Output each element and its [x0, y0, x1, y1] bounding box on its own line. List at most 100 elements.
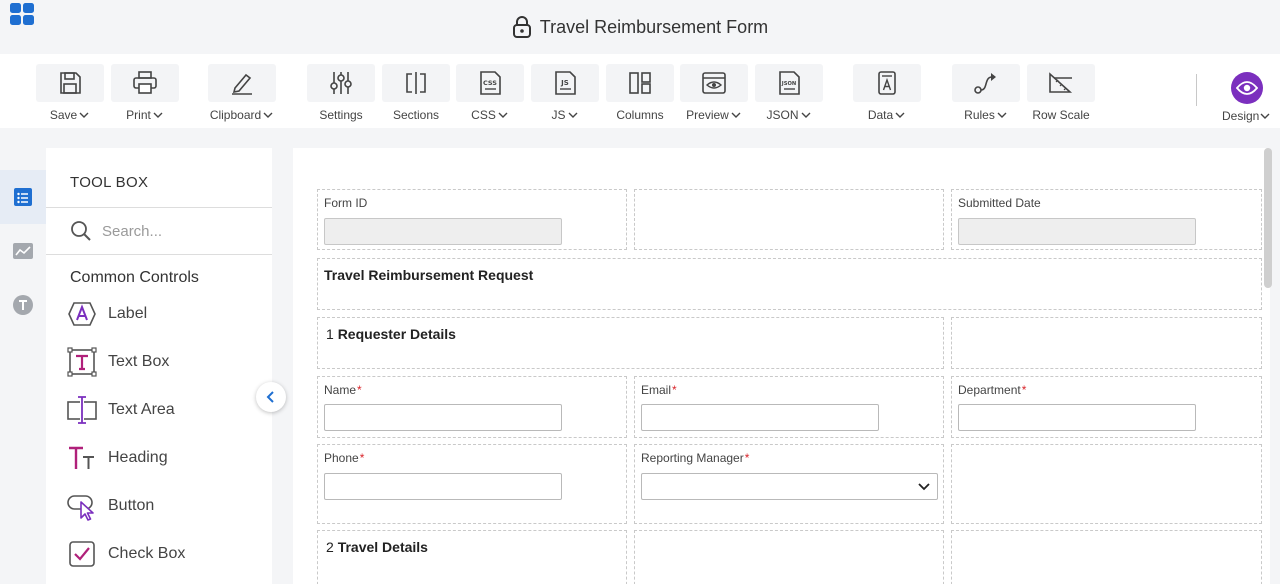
chevron-left-icon — [266, 391, 274, 403]
empty-cell[interactable] — [951, 444, 1262, 524]
name-cell[interactable]: Name* — [317, 376, 627, 438]
name-input[interactable] — [324, 404, 562, 431]
rules-icon — [974, 73, 996, 94]
settings-label: Settings — [319, 108, 363, 122]
common-controls-title: Common Controls — [70, 269, 199, 286]
data-label: Data — [867, 108, 894, 122]
settings-button[interactable]: Settings — [307, 64, 375, 122]
form-id-cell[interactable]: Form ID — [317, 189, 627, 250]
form-list-icon — [14, 188, 32, 206]
form-id-label: Form ID — [324, 196, 368, 210]
columns-label: Columns — [616, 108, 664, 122]
section-1-cell[interactable]: 1 Requester Details — [317, 317, 944, 369]
js-file-text: JS — [560, 79, 569, 87]
phone-input[interactable] — [324, 473, 562, 500]
left-rail — [0, 148, 46, 584]
email-input[interactable] — [641, 404, 879, 431]
submitted-date-input[interactable] — [958, 218, 1196, 245]
design-button[interactable]: Design — [1222, 72, 1271, 123]
section-2-cell[interactable]: 2 Travel Details — [317, 530, 627, 584]
save-button[interactable]: Save — [36, 64, 104, 122]
reporting-manager-select[interactable] — [641, 473, 938, 500]
save-icon — [60, 72, 81, 94]
toolbox-item-text-box-text: Text Box — [108, 353, 170, 370]
toolbox-item-button[interactable]: Button — [66, 489, 154, 523]
rules-label: Rules — [964, 108, 995, 122]
heading-cell[interactable]: Travel Reimbursement Request — [317, 258, 1262, 310]
lock-icon — [512, 16, 531, 38]
json-file-icon: JSON — [779, 71, 800, 95]
chevron-down-icon — [997, 112, 1007, 118]
canvas-scrollbar[interactable] — [1264, 148, 1272, 288]
design-label: Design — [1222, 109, 1260, 123]
rail-charts[interactable] — [0, 224, 46, 278]
toolbar-divider — [1196, 74, 1197, 106]
theme-icon — [13, 295, 33, 315]
sections-button[interactable]: Sections — [382, 64, 450, 122]
name-label-text: Name — [324, 383, 357, 397]
text-box-icon — [67, 347, 97, 377]
clipboard-button[interactable]: Clipboard — [208, 64, 276, 122]
js-file-icon: JS — [555, 71, 576, 95]
preview-button[interactable]: Preview — [680, 64, 748, 122]
print-button[interactable]: Print — [111, 64, 179, 122]
phone-cell[interactable]: Phone* — [317, 444, 627, 524]
clipboard-label: Clipboard — [209, 108, 262, 122]
divider — [46, 254, 272, 255]
department-cell[interactable]: Department* — [951, 376, 1262, 438]
text-area-icon — [67, 396, 97, 424]
toolbox-panel: TOOL BOX Common Controls Label Text Box … — [46, 148, 272, 584]
chevron-down-icon — [263, 112, 273, 118]
rail-themes[interactable] — [0, 278, 46, 332]
phone-label: Phone* — [324, 451, 364, 465]
toolbox-item-check-box[interactable]: Check Box — [66, 537, 185, 571]
pencil-icon — [232, 73, 252, 95]
collapse-toolbox-button[interactable] — [256, 382, 286, 412]
chevron-down-icon — [153, 112, 163, 118]
empty-cell[interactable] — [951, 530, 1262, 584]
row-scale-button[interactable]: Row Scale — [1027, 64, 1095, 122]
button-icon — [67, 495, 94, 521]
email-label-text: Email — [641, 383, 672, 397]
title-bar: Travel Reimbursement Form — [0, 0, 1280, 54]
reporting-manager-label: Reporting Manager* — [641, 451, 749, 465]
toolbox-search-input[interactable] — [102, 218, 262, 244]
phone-label-text: Phone — [324, 451, 359, 465]
submitted-date-cell[interactable]: Submitted Date — [951, 189, 1262, 250]
toolbox-item-heading[interactable]: Heading — [66, 441, 168, 475]
empty-cell[interactable] — [634, 189, 944, 250]
chart-icon — [13, 243, 33, 259]
save-label: Save — [49, 108, 78, 122]
heading-icon — [69, 446, 94, 469]
required-mark: * — [359, 451, 365, 465]
required-mark: * — [357, 383, 362, 397]
empty-cell[interactable] — [951, 317, 1262, 369]
toolbox-item-text-box[interactable]: Text Box — [66, 345, 169, 379]
page-title: Travel Reimbursement Form — [539, 16, 769, 37]
section-2-label: Travel Details — [337, 539, 428, 555]
chevron-down-icon — [918, 483, 930, 491]
data-button[interactable]: Data — [853, 64, 921, 122]
js-button[interactable]: JS JS — [531, 64, 599, 122]
rail-toolbox[interactable] — [0, 170, 46, 224]
form-id-input[interactable] — [324, 218, 562, 245]
label-icon — [68, 302, 96, 326]
chevron-down-icon — [1260, 113, 1270, 119]
css-button[interactable]: CSS CSS — [456, 64, 524, 122]
columns-button[interactable]: Columns — [606, 64, 674, 122]
reporting-manager-label-text: Reporting Manager — [641, 451, 744, 465]
reporting-manager-cell[interactable]: Reporting Manager* — [634, 444, 944, 524]
divider — [46, 207, 272, 208]
email-cell[interactable]: Email* — [634, 376, 944, 438]
rules-button[interactable]: Rules — [952, 64, 1020, 122]
json-file-text: JSON — [781, 81, 796, 87]
js-label: JS — [551, 108, 566, 122]
department-input[interactable] — [958, 404, 1196, 431]
empty-cell[interactable] — [634, 530, 944, 584]
toolbox-item-button-text: Button — [108, 497, 155, 514]
json-button[interactable]: JSON JSON — [755, 64, 823, 122]
toolbox-item-text-area[interactable]: Text Area — [66, 393, 175, 427]
css-file-icon: CSS — [480, 71, 501, 95]
toolbox-item-check-box-text: Check Box — [108, 545, 186, 562]
toolbox-item-label[interactable]: Label — [66, 297, 147, 331]
